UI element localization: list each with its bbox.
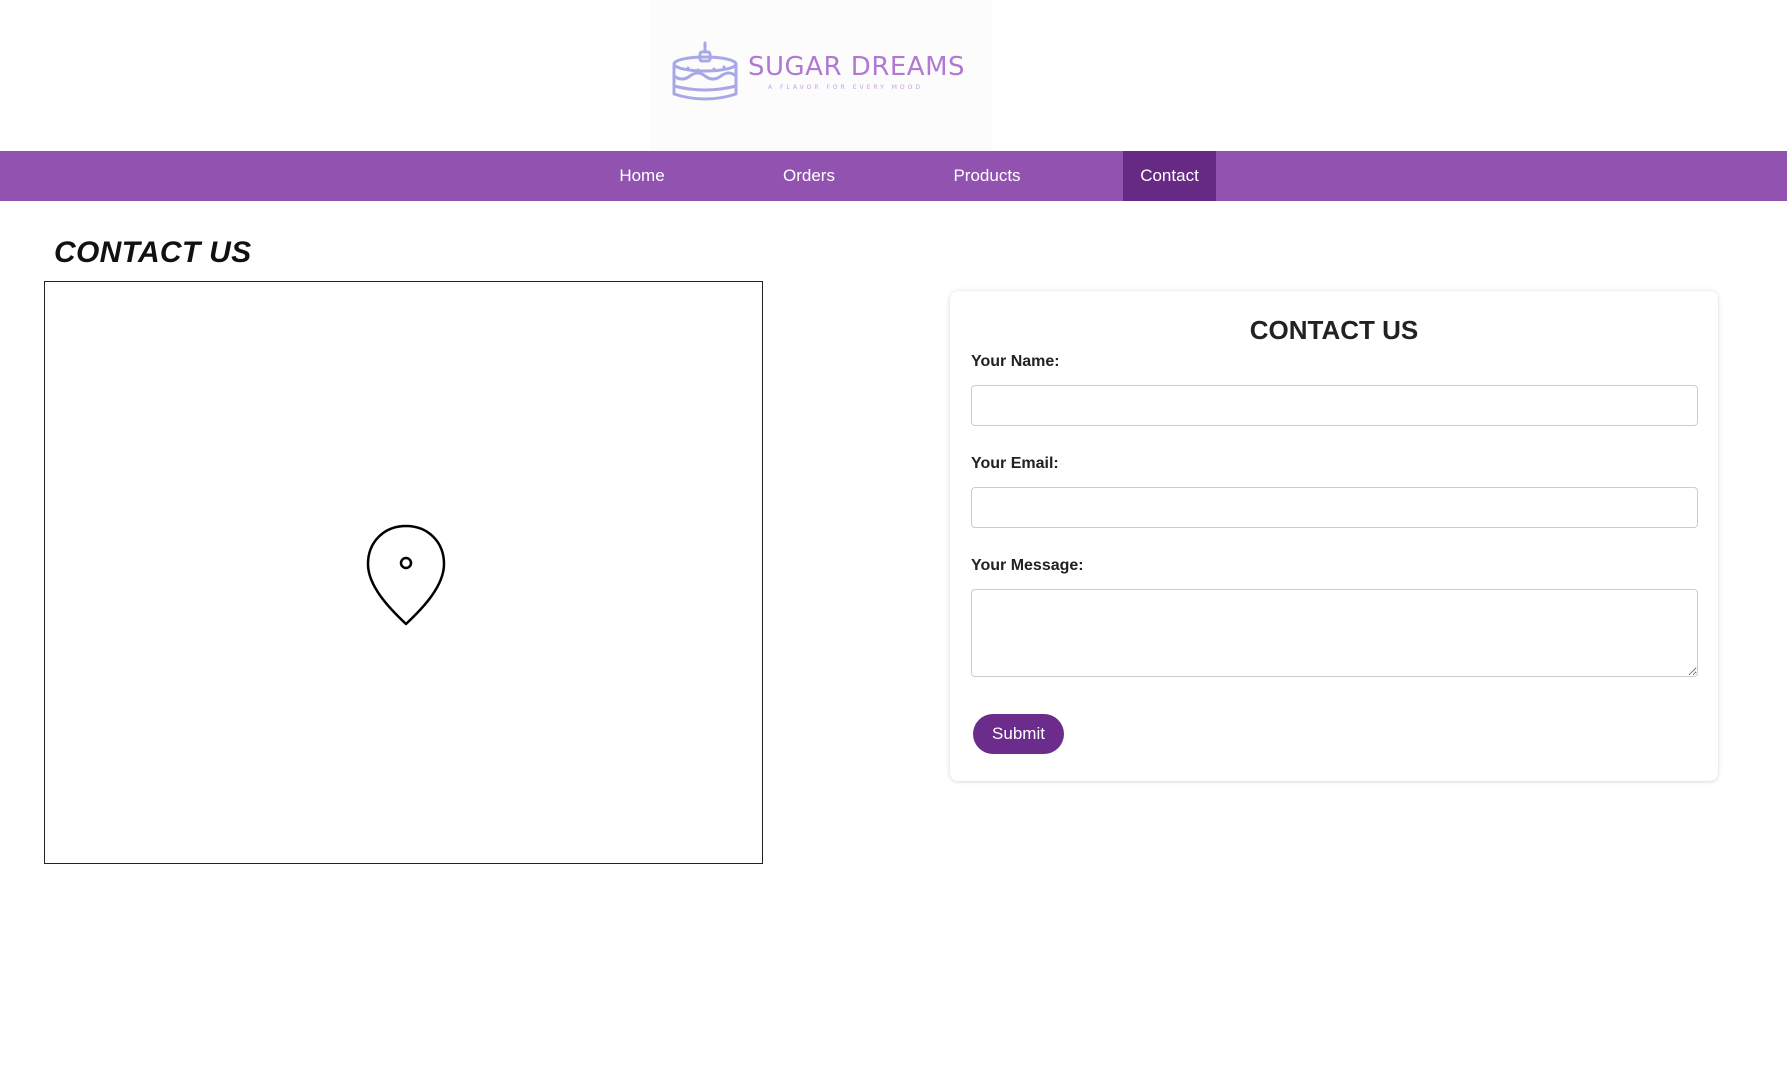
nav-item-contact[interactable]: Contact bbox=[1123, 151, 1216, 201]
form-title: CONTACT US bbox=[1249, 315, 1419, 345]
map-embed[interactable] bbox=[44, 281, 763, 864]
name-label: Your Name: bbox=[971, 353, 1060, 370]
main-nav: Home Orders Products Contact bbox=[0, 151, 1787, 201]
nav-item-products[interactable]: Products bbox=[937, 151, 1037, 201]
site-header: SUGAR DREAMS A FLAVOR FOR EVERY MOOD bbox=[0, 0, 1787, 151]
map-pin-icon bbox=[366, 524, 446, 626]
name-input[interactable] bbox=[971, 385, 1698, 426]
brand-name: SUGAR DREAMS bbox=[748, 52, 966, 82]
submit-button[interactable]: Submit bbox=[973, 714, 1064, 754]
message-textarea[interactable] bbox=[971, 589, 1698, 677]
message-label: Your Message: bbox=[971, 557, 1084, 574]
email-label: Your Email: bbox=[971, 455, 1059, 472]
email-input[interactable] bbox=[971, 487, 1698, 528]
nav-item-orders[interactable]: Orders bbox=[767, 151, 851, 201]
nav-item-home[interactable]: Home bbox=[598, 151, 686, 201]
contact-form-card: CONTACT US Your Name: Your Email: Your M… bbox=[950, 291, 1718, 781]
brand-tagline: A FLAVOR FOR EVERY MOOD bbox=[768, 84, 923, 91]
page-title: CONTACT US bbox=[54, 236, 252, 269]
site-logo[interactable]: SUGAR DREAMS A FLAVOR FOR EVERY MOOD bbox=[650, 0, 992, 151]
